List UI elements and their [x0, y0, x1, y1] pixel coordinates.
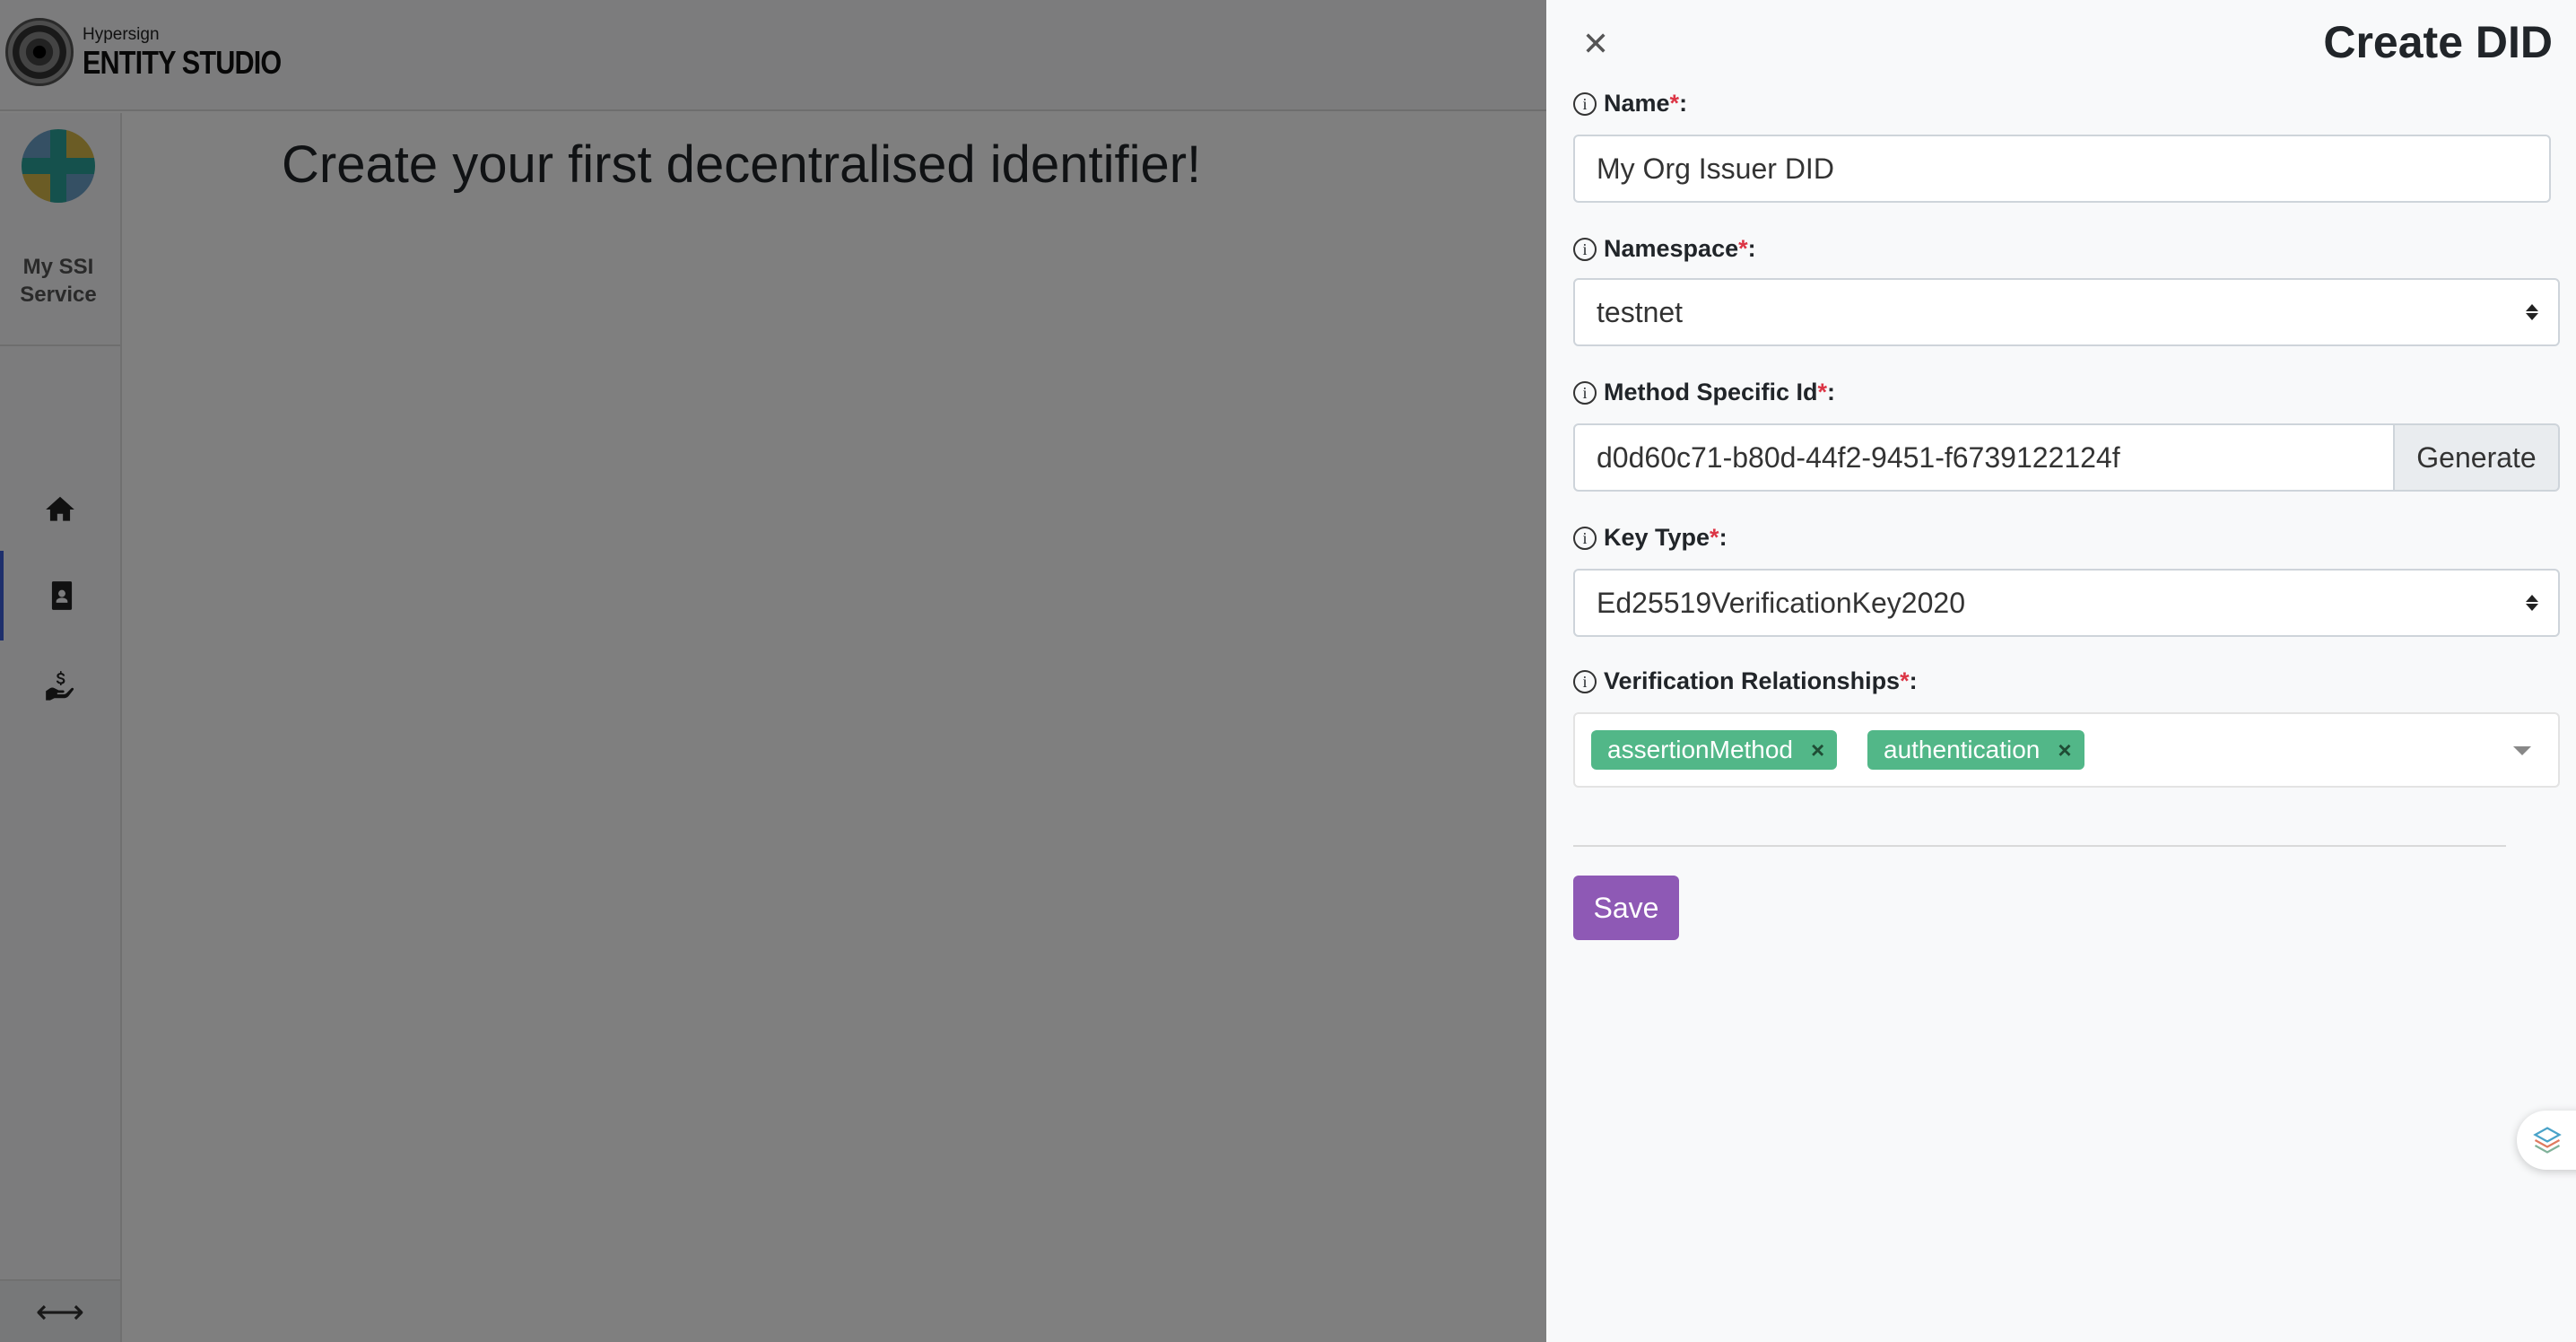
method-specific-id-input[interactable]: d0d60c71-b80d-44f2-9451-f6739122124f	[1573, 423, 2395, 492]
namespace-select[interactable]: testnet	[1573, 278, 2560, 346]
close-icon	[1586, 33, 1606, 53]
modal-backdrop[interactable]	[0, 0, 1546, 1342]
key-type-label: i Key Type *:	[1573, 524, 1727, 552]
form-divider	[1573, 845, 2506, 847]
close-panel-button[interactable]	[1576, 23, 1615, 63]
floating-assistant-button[interactable]	[2517, 1111, 2576, 1170]
info-icon[interactable]: i	[1573, 526, 1597, 550]
verification-relationships-label: i Verification Relationships *:	[1573, 667, 1918, 695]
select-arrows-icon	[2526, 595, 2538, 611]
namespace-label: i Namespace *:	[1573, 235, 1756, 263]
tag-assertion-method: assertionMethod ×	[1591, 730, 1838, 770]
save-button[interactable]: Save	[1573, 876, 1679, 940]
info-icon[interactable]: i	[1573, 92, 1597, 116]
tag-authentication: authentication ×	[1867, 730, 2084, 770]
remove-tag-icon[interactable]: ×	[2058, 736, 2071, 764]
info-icon[interactable]: i	[1573, 669, 1597, 693]
panel-title: Create DID	[2323, 17, 2553, 67]
select-arrows-icon	[2526, 304, 2538, 320]
remove-tag-icon[interactable]: ×	[1811, 736, 1824, 764]
method-specific-id-label: i Method Specific Id *:	[1573, 379, 1835, 406]
name-label: i Name *:	[1573, 90, 1687, 118]
verification-relationships-multiselect[interactable]: assertionMethod × authentication ×	[1573, 712, 2560, 788]
key-type-select[interactable]: Ed25519VerificationKey2020	[1573, 569, 2560, 637]
dropdown-caret-icon[interactable]	[2513, 746, 2531, 755]
generate-button[interactable]: Generate	[2393, 423, 2560, 492]
info-icon[interactable]: i	[1573, 237, 1597, 261]
layers-icon	[2533, 1127, 2562, 1154]
info-icon[interactable]: i	[1573, 380, 1597, 405]
name-input[interactable]: My Org Issuer DID	[1573, 135, 2551, 203]
